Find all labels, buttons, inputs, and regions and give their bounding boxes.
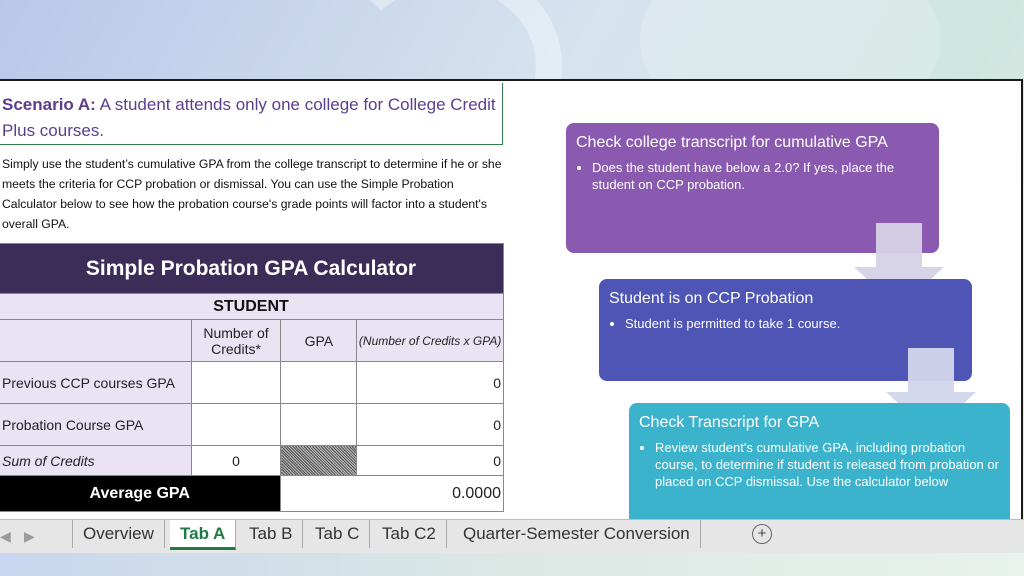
flow-step-3-bullet: Review student's cumulative GPA, includi… [655, 439, 1000, 490]
row-label-sum[interactable]: Sum of Credits [0, 445, 192, 476]
input-probation-gpa[interactable] [280, 403, 358, 446]
scenario-label: Scenario A: [2, 95, 96, 114]
scroll-left-icon[interactable]: ◀ [0, 528, 11, 545]
tab-tab-b[interactable]: Tab B [239, 520, 304, 548]
flow-step-2-heading: Student is on CCP Probation [609, 290, 814, 307]
average-gpa-label[interactable]: Average GPA [0, 475, 282, 512]
flow-step-3-heading: Check Transcript for GPA [639, 414, 820, 431]
row-label-probation[interactable]: Probation Course GPA [0, 403, 192, 446]
input-probation-credits[interactable] [190, 403, 282, 446]
sum-product[interactable]: 0 [356, 445, 504, 476]
scenario-heading[interactable]: Scenario A: A student attends only one c… [0, 83, 503, 145]
flow-step-3[interactable]: Check Transcript for GPA Review student'… [629, 403, 1010, 521]
product-previous[interactable]: 0 [356, 361, 504, 404]
add-sheet-icon[interactable]: + [752, 524, 772, 544]
average-gpa-value[interactable]: 0.0000 [280, 475, 504, 512]
tab-tab-a[interactable]: Tab A [170, 520, 237, 550]
input-previous-gpa[interactable] [280, 361, 358, 404]
bottom-background [0, 553, 1024, 576]
hatched-cell[interactable] [0, 319, 192, 362]
product-probation[interactable]: 0 [356, 403, 504, 446]
scenario-description: Simply use the student’s cumulative GPA … [2, 157, 502, 231]
tab-tab-c2[interactable]: Tab C2 [372, 520, 447, 548]
flow-step-1-bullet: Does the student have below a 2.0? If ye… [592, 159, 929, 193]
tab-quarter-semester-conversion[interactable]: Quarter-Semester Conversion [453, 520, 701, 548]
tab-overview[interactable]: Overview [72, 520, 165, 548]
row-label-previous[interactable]: Previous CCP courses GPA [0, 361, 192, 404]
flow-step-1-heading: Check college transcript for cumulative … [576, 134, 888, 151]
input-previous-credits[interactable] [190, 361, 282, 404]
sum-credits[interactable]: 0 [190, 445, 282, 476]
sheet-tab-bar: ◀ ▶ Overview Tab A Tab B Tab C Tab C2 Qu… [0, 519, 1024, 554]
header-product[interactable]: (Number of Credits x GPA) [356, 319, 504, 362]
flow-step-2-bullet: Student is permitted to take 1 course. [625, 315, 962, 332]
tab-tab-c[interactable]: Tab C [305, 520, 371, 548]
worksheet: Scenario A: A student attends only one c… [0, 79, 1023, 523]
header-gpa[interactable]: GPA [280, 319, 358, 362]
scroll-right-icon[interactable]: ▶ [24, 528, 35, 545]
calculator-title[interactable]: Simple Probation GPA Calculator [0, 243, 504, 294]
gpa-calculator-table: Simple Probation GPA Calculator STUDENT … [0, 243, 504, 512]
hatched-cell[interactable] [280, 445, 358, 476]
student-section-header[interactable]: STUDENT [0, 293, 504, 320]
header-credits[interactable]: Number of Credits* [190, 319, 282, 362]
